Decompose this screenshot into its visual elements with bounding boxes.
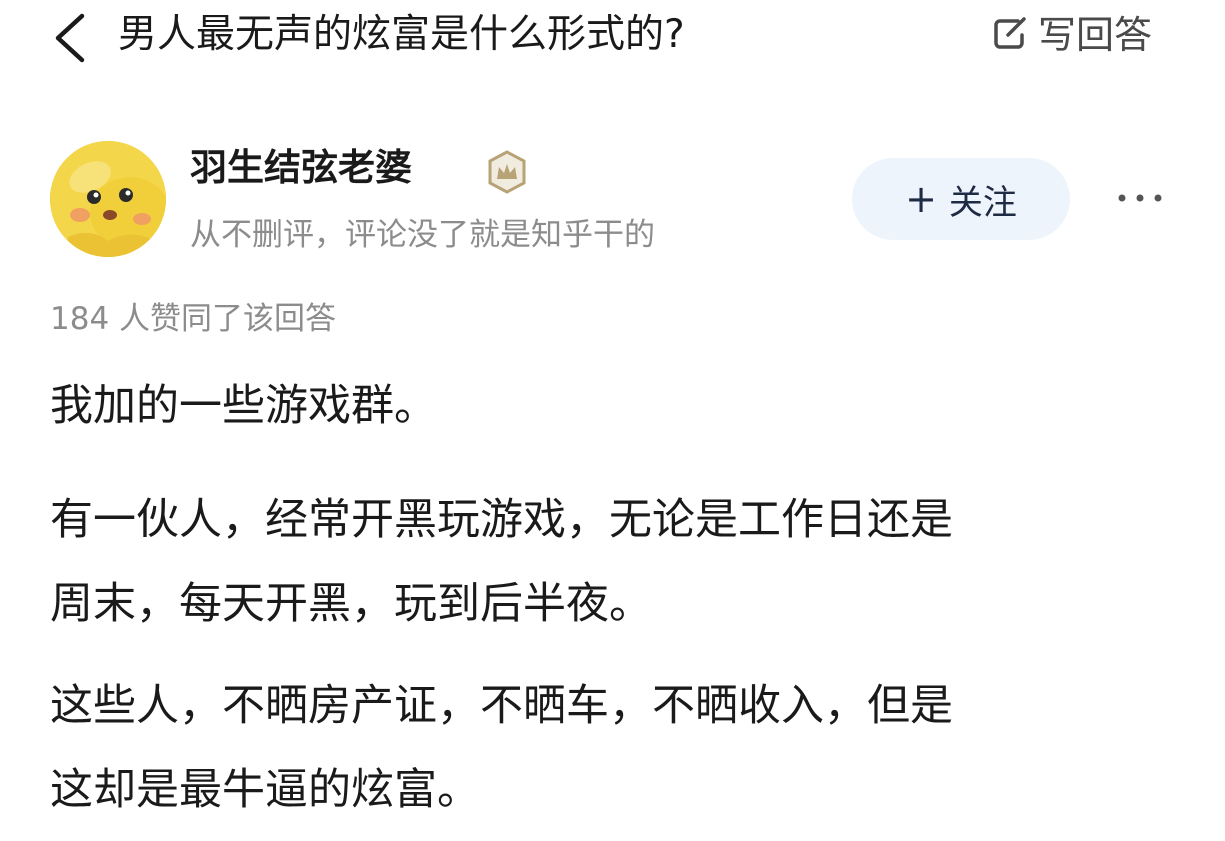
badge-icon [484, 149, 530, 195]
answer-paragraph: 有一伙人，经常开黑玩游戏，无论是工作日还是 [50, 495, 953, 545]
avatar[interactable] [50, 141, 166, 257]
author-name[interactable]: 羽生结弦老婆 [190, 143, 412, 193]
follow-label: 关注 [948, 182, 1017, 223]
answer-paragraph: 我加的一些游戏群。 [50, 381, 437, 431]
plus-icon: + [905, 177, 937, 221]
vote-count: 184 人赞同了该回答 [50, 301, 337, 337]
answer-paragraph: 这却是最牛逼的炫富。 [50, 765, 480, 815]
write-answer-label: 写回答 [1038, 13, 1153, 57]
edit-icon [990, 13, 1030, 57]
write-answer-button[interactable]: 写回答 [990, 8, 1152, 62]
answer-paragraph: 周末，每天开黑，玩到后半夜。 [50, 579, 652, 629]
chevron-left-icon[interactable] [48, 10, 92, 66]
answer-paragraph: 这些人，不晒房产证，不晒车，不晒收入，但是 [50, 681, 953, 731]
author-bio: 从不删评，评论没了就是知乎干的 [190, 217, 655, 253]
follow-button[interactable]: + 关注 [852, 158, 1070, 240]
more-dots-icon[interactable] [1112, 176, 1168, 220]
top-bar: 男人最无声的炫富是什么形式的? 写回答 [0, 0, 1225, 80]
question-title[interactable]: 男人最无声的炫富是什么形式的? [118, 8, 685, 62]
